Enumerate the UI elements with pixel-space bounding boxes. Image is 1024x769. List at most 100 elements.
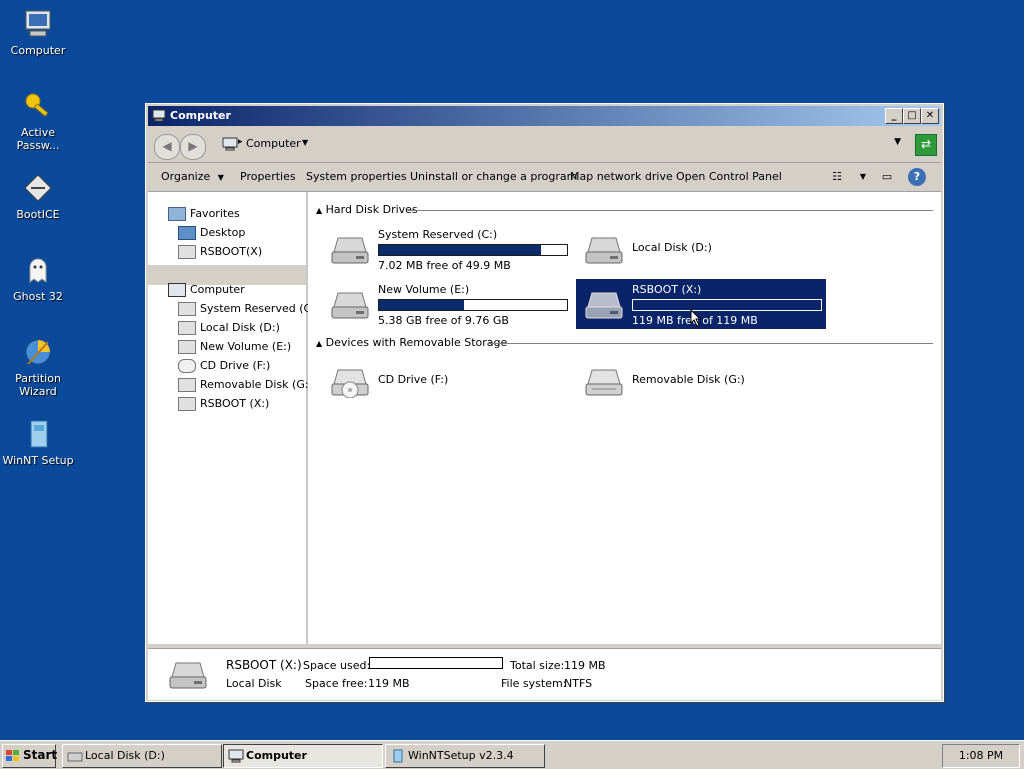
hard-drive-icon [331, 292, 369, 319]
open-control-panel-button[interactable]: Open Control Panel [676, 170, 782, 183]
task-local-disk-d[interactable]: Local Disk (D:) [62, 744, 222, 768]
close-button[interactable]: ✕ [921, 108, 939, 124]
chevron-down-icon: ▼ [217, 173, 224, 182]
organize-button[interactable]: Organize ▼ [161, 170, 224, 183]
nav-rsboot-favorite[interactable]: RSBOOT(X) [178, 243, 262, 261]
nav-computer[interactable]: Computer [168, 281, 245, 299]
drive-icon [178, 340, 196, 354]
drive-d[interactable]: Local Disk (D:) [576, 224, 826, 274]
desktop-icon-label: WinNT Setup [2, 454, 74, 467]
drive-icon [67, 752, 83, 762]
chevron-right-icon[interactable]: ▸ [238, 137, 243, 147]
nav-drive-x[interactable]: RSBOOT (X:) [178, 395, 269, 413]
winnt-setup-icon [30, 420, 48, 448]
task-label: Computer [246, 749, 307, 762]
task-winntsetup[interactable]: WinNTSetup v2.3.4 [385, 744, 545, 768]
desktop-icon-label: Active Passw... [16, 126, 60, 152]
space-free-label: Space free: [305, 677, 368, 690]
drive-icon [178, 397, 196, 411]
drive-f[interactable]: CD Drive (F:) [322, 356, 572, 406]
clock[interactable]: 1:08 PM [942, 744, 1020, 768]
drive-icon [178, 245, 196, 259]
cd-drive-icon [178, 359, 196, 373]
desktop-icon-partition-wizard[interactable]: Partition Wizard [0, 336, 76, 398]
hard-drive-icon [585, 237, 623, 264]
address-box[interactable]: ▸ Computer ▼ ▼ [218, 133, 907, 155]
view-options-icon[interactable]: ☷ [828, 168, 846, 186]
drive-x-selected[interactable]: RSBOOT (X:) 119 MB free of 119 MB [576, 279, 826, 329]
help-icon[interactable]: ? [908, 168, 926, 186]
window-title: Computer [170, 109, 231, 122]
nav-drive-e[interactable]: New Volume (E:) [178, 338, 291, 356]
usage-fill [379, 245, 541, 255]
nav-label: Removable Disk (G:) [200, 378, 313, 391]
usage-fill [379, 300, 464, 310]
bootice-icon [24, 174, 52, 202]
desktop-icon-ghost[interactable]: Ghost 32 [0, 254, 76, 303]
nav-drive-f[interactable]: CD Drive (F:) [178, 357, 270, 375]
drive-g[interactable]: Removable Disk (G:) [576, 356, 826, 406]
winnt-setup-icon [393, 749, 403, 763]
total-size-value: 119 MB [564, 659, 606, 672]
chevron-down-icon[interactable]: ▼ [854, 168, 872, 186]
nav-label: Desktop [200, 226, 246, 239]
desktop-icon-label: BootICE [16, 208, 60, 221]
nav-drive-c[interactable]: System Reserved (C:) [178, 300, 319, 318]
space-used-bar [369, 657, 503, 669]
forward-button[interactable]: ▶ [180, 134, 206, 160]
key-icon [25, 93, 49, 117]
computer-icon [168, 283, 186, 297]
system-properties-button[interactable]: System properties [306, 170, 407, 183]
minimize-button[interactable]: _ [885, 108, 903, 124]
nav-label: RSBOOT(X) [200, 245, 263, 258]
details-pane: RSBOOT (X:) Local Disk Space used: Space… [148, 648, 941, 700]
breadcrumb[interactable]: Computer [246, 137, 301, 150]
back-button[interactable]: ◀ [154, 134, 180, 160]
preview-pane-icon[interactable]: ▭ [878, 168, 896, 186]
hard-drive-icon [585, 292, 623, 319]
space-free-value: 119 MB [368, 677, 410, 690]
refresh-button[interactable]: ⇄ [915, 134, 937, 156]
drive-free-space: 7.02 MB free of 49.9 MB [378, 259, 511, 272]
group-label: Hard Disk Drives [325, 203, 418, 216]
maximize-button[interactable]: □ [903, 108, 921, 124]
start-button[interactable]: Start [2, 744, 57, 768]
organize-label: Organize [161, 170, 211, 183]
desktop-icon-computer[interactable]: Computer [0, 8, 76, 57]
usage-bar [378, 244, 568, 256]
file-system-label: File system: [501, 677, 567, 690]
chevron-down-icon[interactable]: ▼ [302, 138, 308, 147]
nav-drive-g[interactable]: Removable Disk (G:) [178, 376, 313, 394]
desktop-icon-active-password[interactable]: Active Passw... [0, 90, 76, 152]
nav-desktop[interactable]: Desktop [178, 224, 245, 242]
title-bar[interactable]: Computer _ □ ✕ [148, 106, 941, 126]
nav-favorites[interactable]: Favorites [168, 205, 240, 223]
collapse-icon[interactable]: ▲ [316, 206, 322, 215]
nav-label: RSBOOT (X:) [200, 397, 270, 410]
divider [488, 343, 933, 344]
windows-logo-icon [6, 750, 19, 761]
drive-e[interactable]: New Volume (E:) 5.38 GB free of 9.76 GB [322, 279, 572, 329]
removable-disk-icon [585, 369, 623, 396]
group-header-hdd[interactable]: ▲ Hard Disk Drives [316, 203, 418, 216]
map-network-drive-button[interactable]: Map network drive [570, 170, 673, 183]
collapse-icon[interactable]: ▲ [316, 339, 322, 348]
desktop-icon-bootice[interactable]: BootICE [0, 172, 76, 221]
divider [408, 210, 933, 211]
address-history-dropdown[interactable]: ▼ [894, 137, 901, 147]
task-computer[interactable]: Computer [223, 744, 383, 768]
computer-icon [222, 137, 238, 151]
desktop-icon-winnt-setup[interactable]: WinNT Setup [0, 418, 76, 467]
nav-label: CD Drive (F:) [200, 359, 271, 372]
nav-drive-d[interactable]: Local Disk (D:) [178, 319, 280, 337]
uninstall-program-button[interactable]: Uninstall or change a program [410, 170, 577, 183]
group-label: Devices with Removable Storage [325, 336, 508, 349]
cd-drive-icon [331, 369, 369, 398]
favorites-icon [168, 207, 186, 221]
drive-c[interactable]: System Reserved (C:) 7.02 MB free of 49.… [322, 224, 572, 274]
content-pane: ▲ Hard Disk Drives System Reserved (C:) … [308, 192, 941, 644]
desktop-icon [178, 226, 196, 240]
taskbar: Start Local Disk (D:) Computer WinNTSetu… [0, 740, 1024, 769]
group-header-removable[interactable]: ▲ Devices with Removable Storage [316, 336, 507, 349]
properties-button[interactable]: Properties [240, 170, 296, 183]
